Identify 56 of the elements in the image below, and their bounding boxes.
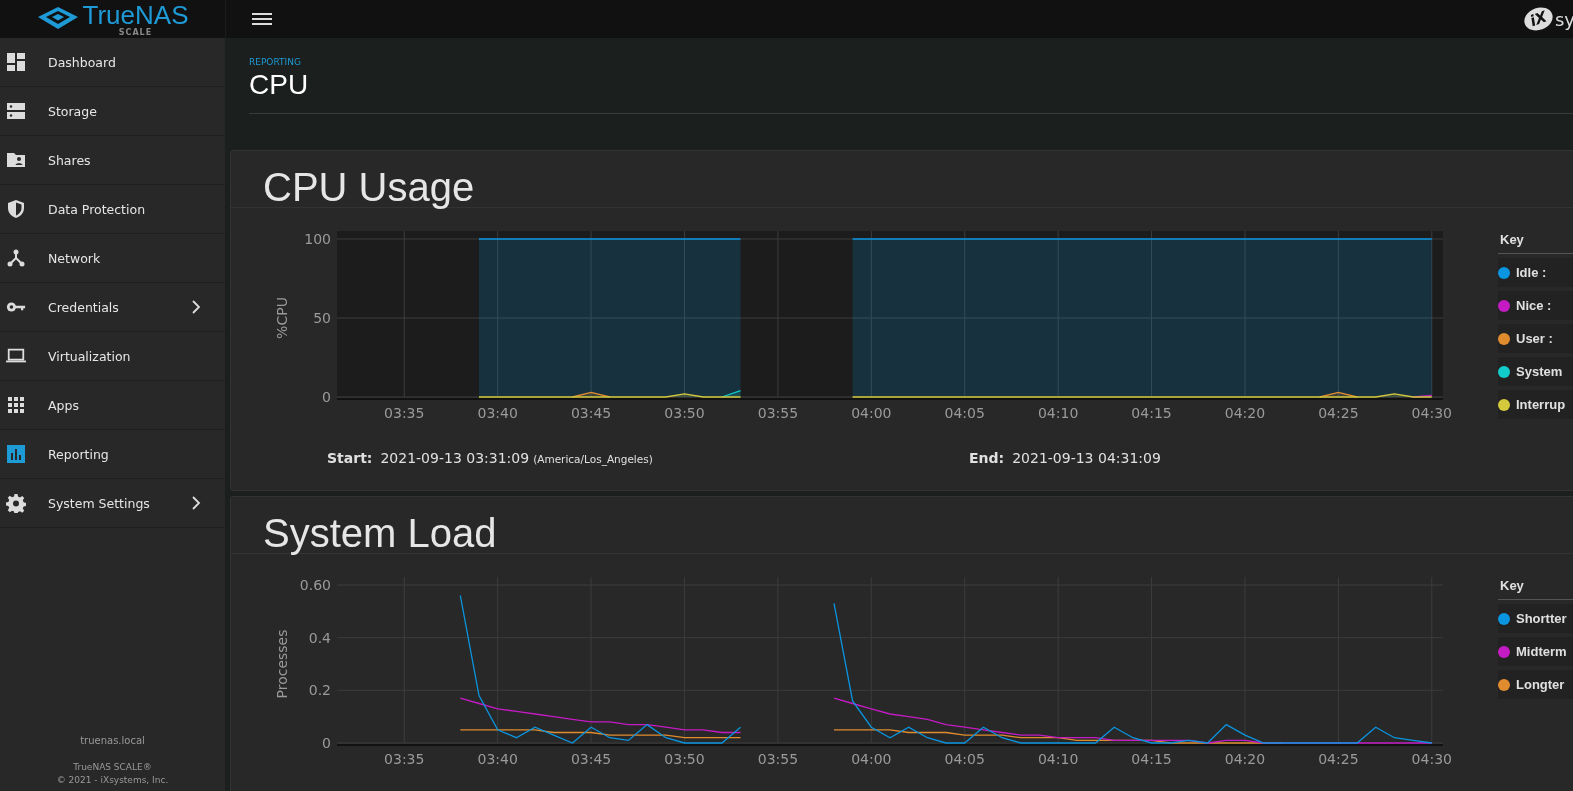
timezone: (America/Los_Angeles) bbox=[533, 453, 653, 465]
hostname: truenas.local bbox=[80, 734, 145, 747]
legend-label: Idle : bbox=[1516, 265, 1547, 280]
end-label: End: bbox=[969, 450, 1005, 466]
start-label: Start: bbox=[327, 450, 373, 466]
x-tick-label: 04:05 bbox=[944, 405, 985, 421]
y-tick-label: 100 bbox=[304, 231, 331, 247]
x-tick-label: 04:00 bbox=[851, 405, 892, 421]
x-tick-label: 03:55 bbox=[757, 405, 799, 421]
copyright: © 2021 - iXsystems, Inc. bbox=[56, 774, 169, 787]
card-title: System Load bbox=[231, 497, 1573, 554]
x-tick-label: 04:15 bbox=[1131, 751, 1172, 767]
y-tick-label: 0.60 bbox=[299, 577, 331, 593]
x-tick-label: 04:10 bbox=[1037, 405, 1079, 421]
x-tick-label: 04:10 bbox=[1037, 751, 1079, 767]
x-tick-label: 04:20 bbox=[1224, 405, 1266, 421]
brand-name: TrueNAS bbox=[82, 1, 189, 28]
x-tick-label: 04:25 bbox=[1318, 751, 1359, 767]
x-tick-label: 03:35 bbox=[384, 405, 425, 421]
x-tick-label: 03:40 bbox=[477, 405, 518, 421]
legend-label: Nice : bbox=[1516, 298, 1552, 313]
x-tick-label: 04:05 bbox=[944, 751, 985, 767]
x-tick-label: 04:25 bbox=[1318, 405, 1359, 421]
legend-label: User : bbox=[1516, 331, 1553, 346]
legend-label: Shortter bbox=[1516, 611, 1567, 626]
y-tick-label: 50 bbox=[313, 310, 331, 326]
y-tick-label: 0 bbox=[322, 735, 331, 751]
x-tick-label: 03:45 bbox=[570, 751, 612, 767]
x-tick-label: 03:45 bbox=[570, 405, 612, 421]
x-tick-label: 03:50 bbox=[664, 751, 705, 767]
x-tick-label: 03:55 bbox=[757, 751, 799, 767]
y-tick-label: 0.4 bbox=[308, 629, 331, 646]
product-name: TrueNAS SCALE® bbox=[73, 761, 152, 774]
card-title: CPU Usage bbox=[231, 151, 1573, 208]
x-tick-label: 03:40 bbox=[477, 751, 518, 767]
x-tick-label: 04:15 bbox=[1131, 405, 1172, 421]
y-axis-label: %CPU bbox=[274, 297, 290, 339]
page-title: CPU bbox=[249, 69, 310, 101]
end-time: 2021-09-13 04:31:09 bbox=[1012, 450, 1161, 466]
x-tick-label: 04:30 bbox=[1411, 751, 1452, 767]
brand-edition: SCALE bbox=[118, 28, 153, 37]
legend-title: Key bbox=[1498, 568, 1573, 600]
legend-label: System bbox=[1516, 364, 1563, 379]
x-tick-label: 03:50 bbox=[664, 405, 705, 421]
y-tick-label: 0.2 bbox=[308, 682, 331, 699]
start-time: 2021-09-13 03:31:09 bbox=[380, 450, 530, 466]
legend-label: Interrup bbox=[1516, 397, 1566, 412]
y-axis-label: Processes bbox=[274, 629, 290, 699]
x-tick-label: 04:30 bbox=[1411, 405, 1452, 421]
legend-label: Longter bbox=[1516, 677, 1565, 692]
x-tick-label: 04:20 bbox=[1224, 751, 1266, 767]
x-tick-label: 03:35 bbox=[384, 751, 425, 767]
legend-label: Midterm bbox=[1516, 644, 1567, 659]
x-tick-label: 04:00 bbox=[851, 751, 892, 767]
y-tick-label: 0 bbox=[322, 389, 331, 405]
legend-title: Key bbox=[1498, 222, 1573, 254]
